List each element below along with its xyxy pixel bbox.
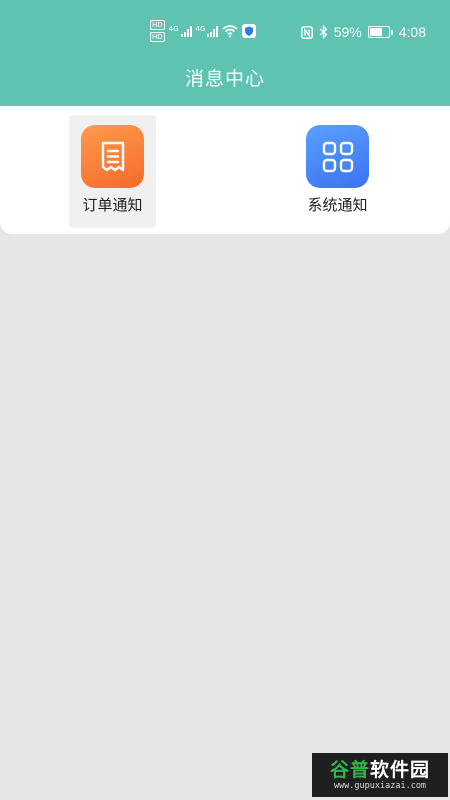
receipt-icon — [101, 141, 124, 171]
status-bar-left: HD HD 4G 4G — [150, 20, 257, 42]
order-notification-label: 订单通知 — [82, 196, 143, 214]
wifi-icon — [222, 25, 238, 38]
grid-apps-icon — [322, 141, 353, 172]
nfc-icon — [300, 25, 313, 39]
battery-fill — [369, 28, 382, 36]
signal-2: 4G — [196, 25, 219, 37]
system-notification-button[interactable]: 系统通知 — [294, 115, 381, 228]
network-type-label: 4G — [195, 25, 206, 33]
page-title: 消息中心 — [184, 68, 265, 90]
order-icon-tile — [81, 125, 144, 188]
app-screen: HD HD 4G 4G 59% 4:08 消息中心 订单通知 系统通知 谷普软件… — [0, 0, 450, 800]
battery-percent: 59% — [333, 24, 362, 40]
order-notification-button[interactable]: 订单通知 — [69, 115, 156, 228]
signal-bars-icon — [207, 25, 219, 37]
header: HD HD 4G 4G 59% 4:08 消息中心 — [0, 0, 450, 106]
status-bar: HD HD 4G 4G 59% 4:08 — [0, 0, 450, 66]
system-icon-tile — [306, 125, 369, 188]
sim-indicators: HD HD — [150, 20, 165, 42]
notification-categories-card: 订单通知 系统通知 — [0, 106, 450, 234]
battery-icon — [367, 26, 393, 38]
sim2-hd-badge: HD — [150, 32, 165, 42]
watermark-logo: 谷普软件园 www.gupuxiazai.com — [312, 753, 448, 797]
status-bar-right: 59% 4:08 — [300, 24, 426, 40]
system-notification-label: 系统通知 — [307, 196, 368, 214]
watermark-brand: 谷普软件园 — [329, 758, 431, 781]
network-type-label: 4G — [168, 25, 179, 33]
sim1-hd-badge: HD — [150, 20, 165, 30]
watermark-url: www.gupuxiazai.com — [333, 780, 427, 791]
clock-time: 4:08 — [398, 24, 426, 40]
signal-bars-icon — [180, 25, 192, 37]
signal-1: 4G — [169, 25, 192, 37]
bluetooth-icon — [319, 25, 328, 39]
shield-icon — [242, 24, 257, 38]
